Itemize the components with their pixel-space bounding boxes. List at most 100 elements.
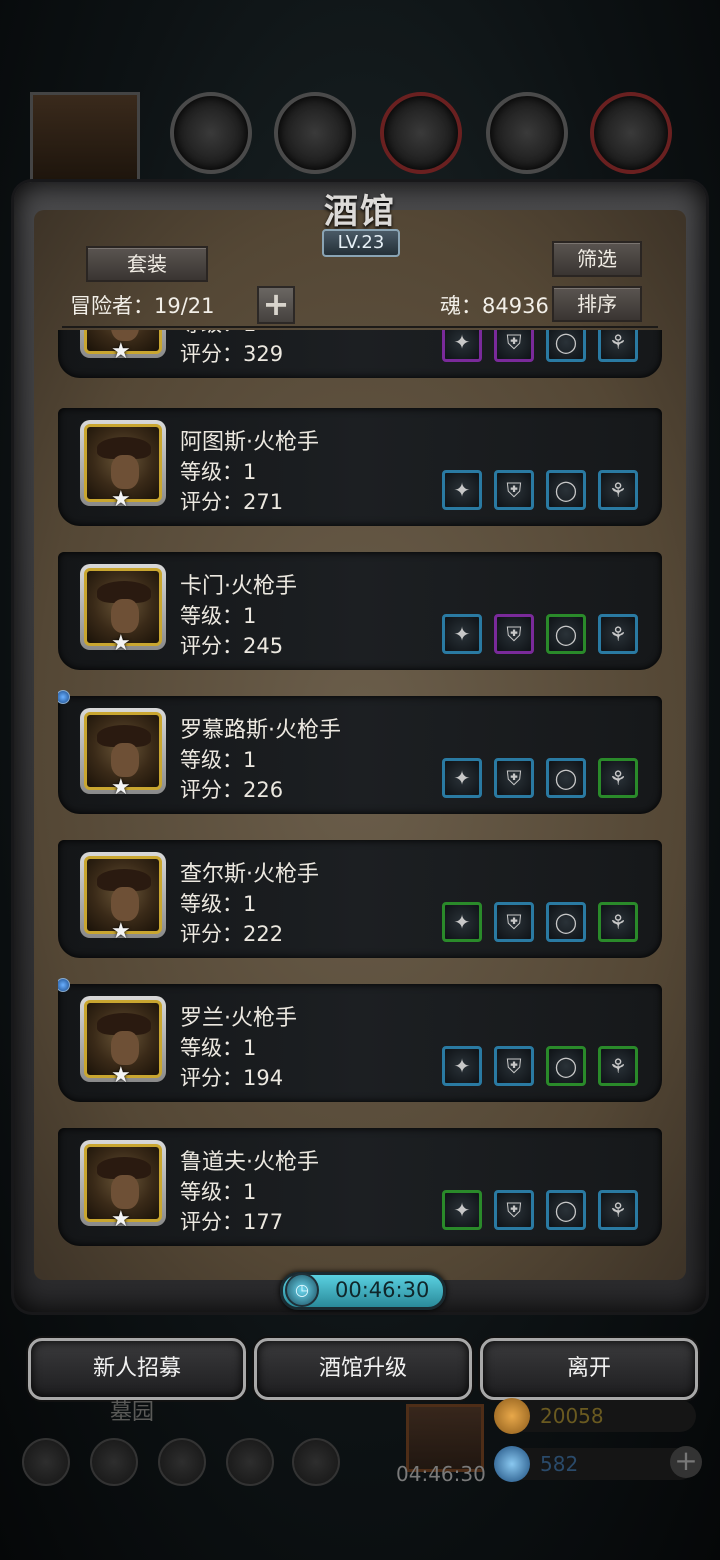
equipment-slot-icon[interactable]: ⚘: [598, 470, 638, 510]
equipment-slot-icon[interactable]: ⚘: [598, 614, 638, 654]
hero-list[interactable]: ★等级：1评分：329✦⛨◯⚘★阿图斯·火枪手等级：1评分：271✦⛨◯⚘★卡门…: [58, 330, 662, 1262]
equipment-slot-icon[interactable]: ⛨: [494, 1190, 534, 1230]
equipment-slot-icon[interactable]: ⛨: [494, 902, 534, 942]
tavern-level-badge: LV.23: [322, 229, 400, 257]
equipment-slots: ✦ ⛨ ◯ ⚘: [442, 614, 638, 654]
equipment-slot-icon[interactable]: ◯: [546, 758, 586, 798]
hero-avatar[interactable]: ★: [80, 330, 166, 364]
equipment-slot-icon[interactable]: ⛨: [494, 614, 534, 654]
gold-bar: 20058: [494, 1398, 696, 1434]
hero-card[interactable]: ★ 阿图斯·火枪手 等级：1 评分：271 ✦ ⛨ ◯ ⚘: [58, 408, 662, 526]
equipment-slot-icon[interactable]: ⚘: [598, 1046, 638, 1086]
hero-card[interactable]: ★ 查尔斯·火枪手 等级：1 评分：222 ✦ ⛨ ◯ ⚘: [58, 840, 662, 958]
gem-value: 582: [540, 1452, 579, 1476]
equipment-slot-icon[interactable]: ✦: [442, 758, 482, 798]
hero-score: 评分：329: [180, 342, 284, 366]
hero-card[interactable]: ★ 罗兰·火枪手 等级：1 评分：194 ✦ ⛨ ◯ ⚘: [58, 978, 662, 1102]
hero-card[interactable]: ★ 鲁道夫·火枪手 等级：1 评分：177 ✦ ⛨ ◯ ⚘: [58, 1128, 662, 1246]
equipment-slots: ✦ ⛨ ◯ ⚘: [442, 1046, 638, 1086]
ranking-icon: [158, 1438, 206, 1486]
equipment-slot-icon[interactable]: ◯: [546, 330, 586, 362]
player-portrait: [30, 92, 140, 194]
face-shape: [111, 1031, 139, 1065]
equipment-slots: ✦ ⛨ ◯ ⚘: [442, 470, 638, 510]
hero-name: 阿图斯·火枪手: [180, 430, 319, 455]
resource-slot-crystal: [486, 92, 568, 174]
hero-name: 罗兰·火枪手: [180, 1006, 297, 1031]
hero-level: 等级：1: [180, 892, 257, 916]
hero-score: 评分：222: [180, 922, 284, 946]
hero-avatar[interactable]: ★: [80, 852, 166, 944]
equipment-slot-icon[interactable]: ✦: [442, 902, 482, 942]
star-icon: ★: [111, 1063, 131, 1088]
equipment-slot-icon[interactable]: ✦: [442, 1046, 482, 1086]
hero-avatar[interactable]: ★: [80, 564, 166, 656]
new-indicator-icon: [58, 978, 70, 992]
filter-button[interactable]: 筛选: [552, 241, 642, 277]
hero-name: 查尔斯·火枪手: [180, 862, 319, 887]
hero-name: 罗慕路斯·火枪手: [180, 718, 341, 743]
resource-slot-wood: [274, 92, 356, 174]
sort-button[interactable]: 排序: [552, 286, 642, 322]
mail-icon: [226, 1438, 274, 1486]
equipment-slot-icon[interactable]: ⛨: [494, 330, 534, 362]
equipment-slot-icon[interactable]: ✦: [442, 1190, 482, 1230]
star-icon: ★: [111, 487, 131, 512]
hero-avatar[interactable]: ★: [80, 708, 166, 800]
equipment-slot-icon[interactable]: ⚘: [598, 330, 638, 362]
hero-score: 评分：194: [180, 1066, 284, 1090]
star-icon: ★: [111, 339, 131, 364]
hero-score: 评分：177: [180, 1210, 284, 1234]
equipment-slot-icon[interactable]: ◯: [546, 1046, 586, 1086]
face-shape: [111, 455, 139, 489]
equipment-slots: ✦ ⛨ ◯ ⚘: [442, 758, 638, 798]
hero-card[interactable]: ★ 罗慕路斯·火枪手 等级：1 评分：226 ✦ ⛨ ◯ ⚘: [58, 690, 662, 814]
hero-avatar[interactable]: ★: [80, 1140, 166, 1232]
hero-card[interactable]: ★ 卡门·火枪手 等级：1 评分：245 ✦ ⛨ ◯ ⚘: [58, 552, 662, 670]
hero-level: 等级：1: [180, 748, 257, 772]
equipment-slot-icon[interactable]: ⚘: [598, 902, 638, 942]
face-shape: [111, 887, 139, 921]
header-divider: [62, 326, 658, 328]
hero-card[interactable]: ★ 等级：1 评分：329 ✦ ⛨ ◯ ⚘: [58, 330, 662, 378]
star-icon: ★: [111, 775, 131, 800]
equipment-slot-icon[interactable]: ⚘: [598, 1190, 638, 1230]
recruit-button[interactable]: 新人招募: [28, 1338, 246, 1400]
equipment-slot-icon[interactable]: ⛨: [494, 470, 534, 510]
hero-avatar[interactable]: ★: [80, 996, 166, 1088]
tavern-upgrade-button[interactable]: 酒馆升级: [254, 1338, 472, 1400]
hero-level: 等级：1: [180, 604, 257, 628]
add-adventurer-button[interactable]: +: [257, 286, 295, 324]
equipment-slot-icon[interactable]: ✦: [442, 614, 482, 654]
face-shape: [111, 1175, 139, 1209]
hero-score: 评分：245: [180, 634, 284, 658]
suit-button[interactable]: 套装: [86, 246, 208, 282]
equipment-slot-icon[interactable]: ◯: [546, 902, 586, 942]
equipment-slot-icon[interactable]: ◯: [546, 614, 586, 654]
equipment-slot-icon[interactable]: ◯: [546, 1190, 586, 1230]
new-indicator-icon: [58, 690, 70, 704]
equipment-slots: ✦ ⛨ ◯ ⚘: [442, 330, 638, 362]
equipment-slot-icon[interactable]: ✦: [442, 330, 482, 362]
gem-bar: 582: [494, 1446, 696, 1482]
gold-value: 20058: [540, 1404, 604, 1428]
panel-title: 酒馆: [324, 192, 396, 232]
equipment-slot-icon[interactable]: ⚘: [598, 758, 638, 798]
star-icon: ★: [111, 631, 131, 656]
equipment-slots: ✦ ⛨ ◯ ⚘: [442, 902, 638, 942]
clock-icon: ◷: [285, 1273, 319, 1307]
hero-name: 鲁道夫·火枪手: [180, 1150, 319, 1175]
achievement-icon: [90, 1438, 138, 1486]
equipment-slot-icon[interactable]: ◯: [546, 470, 586, 510]
equipment-slot-icon[interactable]: ⛨: [494, 1046, 534, 1086]
equipment-slot-icon[interactable]: ⛨: [494, 758, 534, 798]
resource-slot-food: [170, 92, 252, 174]
hero-score: 评分：226: [180, 778, 284, 802]
hero-name: 卡门·火枪手: [180, 574, 297, 599]
equipment-slots: ✦ ⛨ ◯ ⚘: [442, 1190, 638, 1230]
leave-button[interactable]: 离开: [480, 1338, 698, 1400]
resource-slot-stone: [590, 92, 672, 174]
equipment-slot-icon[interactable]: ✦: [442, 470, 482, 510]
adventurer-count: 冒险者：19/21: [70, 294, 215, 318]
hero-avatar[interactable]: ★: [80, 420, 166, 512]
